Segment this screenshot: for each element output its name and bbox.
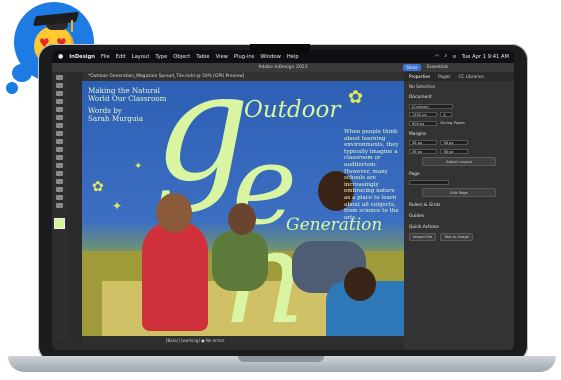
page-select[interactable] <box>409 180 449 185</box>
hand-tool-icon[interactable] <box>55 195 63 200</box>
menu-item-view[interactable]: View <box>216 54 228 60</box>
person-blue-shirt-head <box>344 267 376 301</box>
pen-tool-icon[interactable] <box>55 123 63 128</box>
zoom-tool-icon[interactable] <box>55 203 63 208</box>
margins-section-title: Margins <box>409 131 427 137</box>
rectangle-tool-icon[interactable] <box>55 147 63 152</box>
scissors-tool-icon[interactable] <box>55 155 63 160</box>
flower-icon: ✿ <box>92 179 104 195</box>
menu-item-app[interactable]: InDesign <box>69 54 95 60</box>
person-green-shirt-head <box>228 203 256 235</box>
gradient-tool-icon[interactable] <box>55 171 63 176</box>
fill-swatch[interactable] <box>53 218 65 229</box>
selection-label: No Selection <box>409 84 436 89</box>
spread-left-title: Making the Natural World Our Classroom W… <box>88 87 166 123</box>
menu-item-object[interactable]: Object <box>173 54 190 60</box>
search-icon[interactable]: ⌕ <box>444 53 447 60</box>
panel-tabs: Properties Pages CC Libraries <box>404 72 514 81</box>
guides-section-title: Guides <box>409 214 425 219</box>
document-canvas[interactable]: g e n ✿ ✦ ✦ ✿ Making the Natural World O… <box>82 81 404 336</box>
tab-cc-libraries[interactable]: CC Libraries <box>459 74 484 79</box>
pages-count-field[interactable]: 4 <box>440 112 453 117</box>
star-icon-2: ✦ <box>134 161 143 172</box>
facing-pages-checkbox[interactable]: Facing Pages <box>440 120 465 125</box>
status-bar: [Basic] (working) ● No errors <box>82 336 404 344</box>
camera-notch <box>250 44 310 54</box>
wifi-icon[interactable]: ◠ <box>435 54 440 60</box>
menu-item-type[interactable]: Type <box>155 54 167 60</box>
status-text: [Basic] (working) ● No errors <box>166 337 225 343</box>
rulers-grids-section-title: Rulers & Grids <box>409 203 441 208</box>
person-green-shirt <box>212 231 268 291</box>
width-field[interactable]: 1350 px <box>409 112 437 117</box>
laptop-lip <box>238 356 324 362</box>
body-text: When people think about learning environ… <box>344 129 399 221</box>
gap-tool-icon[interactable] <box>55 99 63 104</box>
menu-item-plugins[interactable]: Plug-ins <box>234 54 254 60</box>
menu-item-help[interactable]: Help <box>287 54 299 60</box>
direct-selection-tool-icon[interactable] <box>55 83 63 88</box>
document-tab-label: *Outdoor Generation_Magazine Spread_Tile… <box>88 74 245 79</box>
menu-item-edit[interactable]: Edit <box>116 54 126 60</box>
note-tool-icon[interactable] <box>55 179 63 184</box>
apple-menu-icon[interactable]: ● <box>58 53 63 60</box>
line-tool-icon[interactable] <box>55 115 63 120</box>
spread-title-line-2: World Our Classroom <box>88 94 167 103</box>
type-tool-icon[interactable] <box>55 107 63 112</box>
document-tab[interactable]: *Outdoor Generation_Magazine Spread_Tile… <box>82 72 404 81</box>
menu-item-table[interactable]: Table <box>196 54 209 60</box>
edit-page-button[interactable]: Edit Page <box>422 188 496 197</box>
screen: ● InDesign File Edit Layout Type Object … <box>52 50 514 350</box>
person-red-sweater <box>142 221 208 331</box>
menu-clock[interactable]: Tue Apr 1 9:41 AM <box>462 54 509 60</box>
menu-item-layout[interactable]: Layout <box>132 54 150 60</box>
import-file-button[interactable]: Import File <box>409 233 437 241</box>
tools-panel <box>52 72 66 342</box>
rectangle-frame-tool-icon[interactable] <box>55 139 63 144</box>
margin-left-field[interactable]: 36 px <box>440 140 469 145</box>
menu-item-window[interactable]: Window <box>260 54 280 60</box>
page-tool-icon[interactable] <box>55 91 63 96</box>
workspace-switcher[interactable]: Essentials <box>427 64 448 69</box>
selection-tool-icon[interactable] <box>55 75 63 80</box>
free-transform-tool-icon[interactable] <box>55 163 63 168</box>
person-red-sweater-head <box>156 193 192 233</box>
tab-pages[interactable]: Pages <box>438 74 450 79</box>
document-preset-select[interactable]: [Custom] <box>409 103 453 109</box>
share-button[interactable]: Share <box>403 64 421 71</box>
menu-item-file[interactable]: File <box>101 54 110 60</box>
document-section-title: Document <box>409 95 432 100</box>
control-center-icon[interactable]: ≡ <box>452 54 456 60</box>
star-icon: ✦ <box>112 199 123 213</box>
badge-bubble-dot-small <box>6 82 18 94</box>
tab-properties[interactable]: Properties <box>409 74 430 79</box>
byline-line-2: Sarah Murguia <box>88 114 144 123</box>
properties-panel: Properties Pages CC Libraries No Selecti… <box>404 72 514 350</box>
margin-top-field[interactable]: 36 px <box>409 140 437 145</box>
margin-bottom-field[interactable]: 36 px <box>409 148 437 154</box>
height-field[interactable]: 900 px <box>409 120 437 126</box>
quick-actions-section-title: Quick Actions <box>409 225 439 230</box>
text-to-image-button[interactable]: Text to Image <box>440 233 473 241</box>
pencil-tool-icon[interactable] <box>55 131 63 136</box>
page-section-title: Page <box>409 171 420 177</box>
cap-tassel <box>71 20 73 32</box>
headline-outdoor: Outdoor <box>244 97 341 123</box>
margin-right-field[interactable]: 36 px <box>440 148 469 154</box>
flower-icon-2: ✿ <box>348 87 364 108</box>
eyedropper-tool-icon[interactable] <box>55 187 63 192</box>
adjust-layout-button[interactable]: Adjust Layout <box>422 156 496 166</box>
